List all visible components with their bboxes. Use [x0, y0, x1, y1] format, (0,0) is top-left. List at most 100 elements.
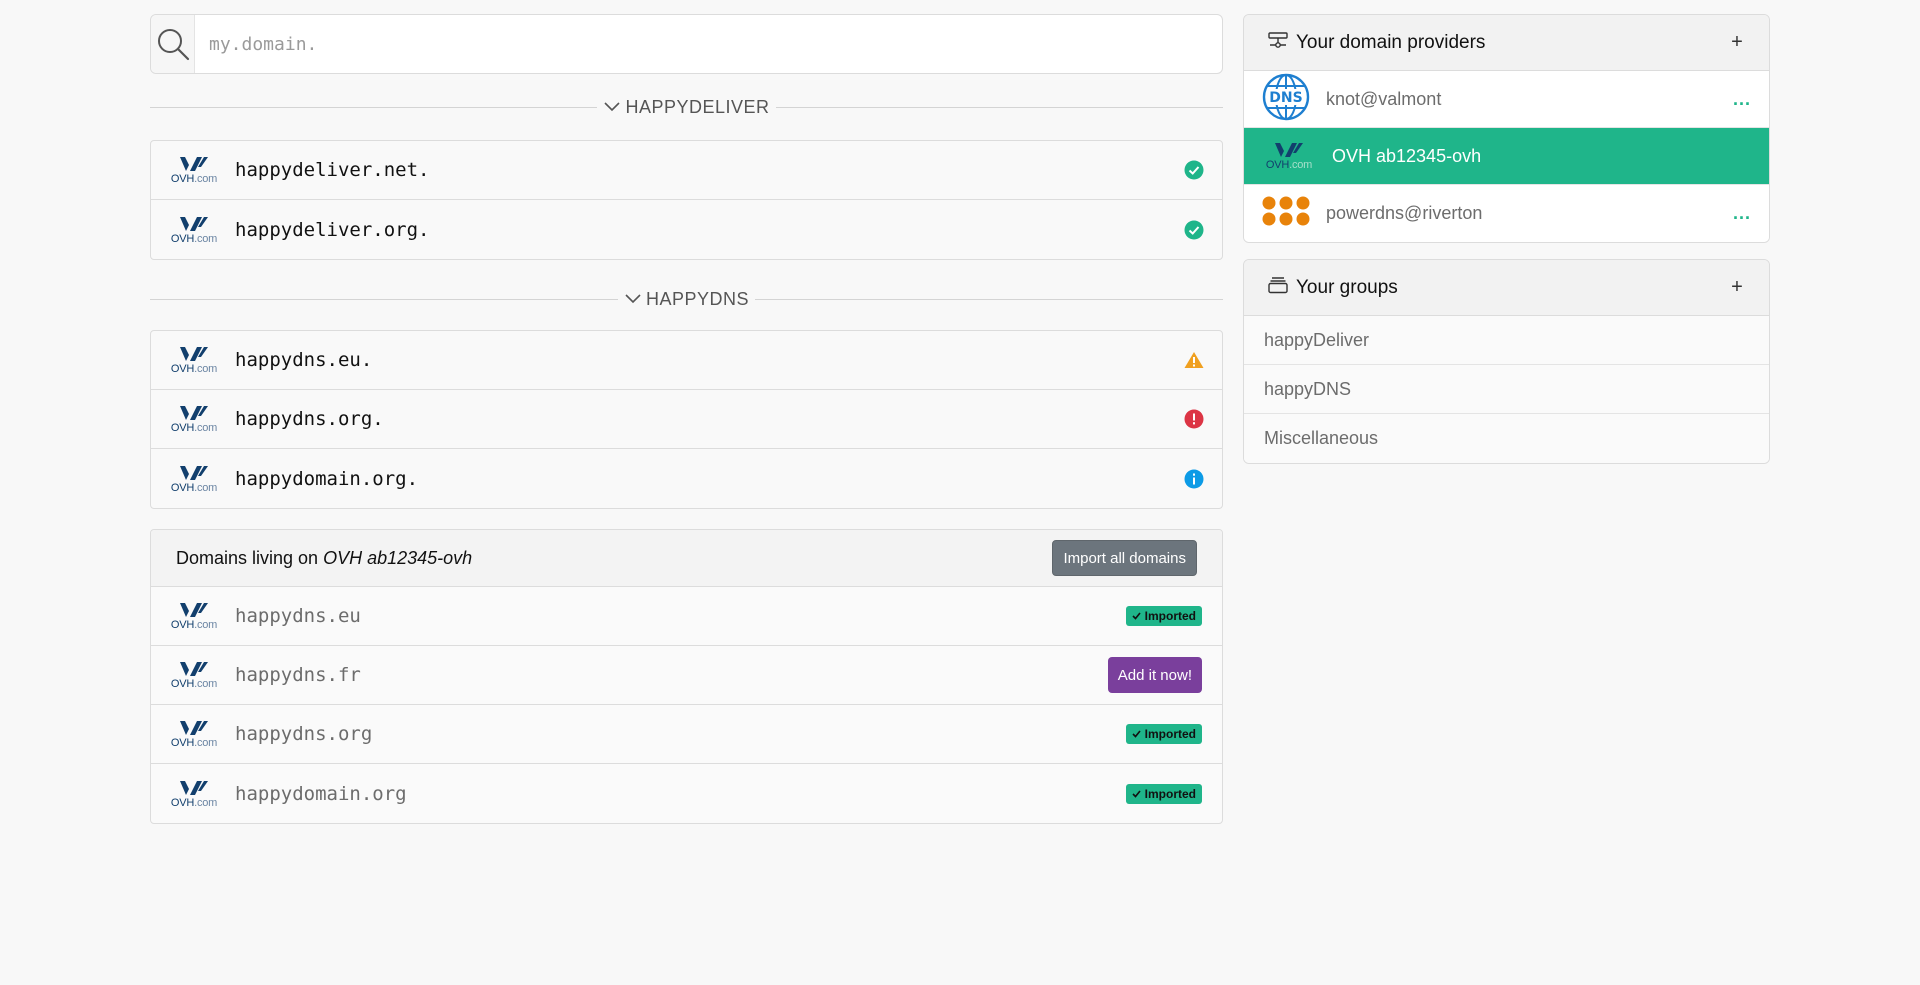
- imported-badge-label: Imported: [1144, 786, 1196, 801]
- group-label: HAPPYDELIVER: [625, 96, 770, 117]
- check-circle-icon: [1184, 220, 1204, 240]
- provider-name: powerdns@riverton: [1326, 203, 1483, 223]
- providers-icon: [1268, 31, 1288, 54]
- groups-card-header: Your groups +: [1244, 260, 1769, 316]
- imported-badge-label: Imported: [1144, 609, 1196, 623]
- ovh-logo-icon: OVH.com: [167, 655, 221, 695]
- ovh-logo-icon: OVH.com: [167, 150, 221, 190]
- check-icon: [1132, 789, 1141, 798]
- provider-domain-item: OVH.com happydns.fr Add it now!: [151, 646, 1222, 705]
- group-item[interactable]: happyDeliver: [1244, 316, 1769, 365]
- provider-name: knot@valmont: [1326, 88, 1442, 109]
- ovh-brand: OVH: [170, 232, 195, 245]
- domain-item[interactable]: OVH.com happydns.eu.: [151, 331, 1222, 390]
- provider-item-ovh[interactable]: OVH.com OVH ab12345-ovh: [1244, 128, 1769, 185]
- domain-item[interactable]: OVH.com happydomain.org.: [151, 449, 1222, 508]
- add-domain-button[interactable]: Add it now!: [1107, 657, 1202, 693]
- domain-item[interactable]: OVH.com happydns.org.: [151, 390, 1222, 449]
- ovh-logo-icon: OVH.com: [167, 459, 221, 499]
- check-icon: [1132, 612, 1141, 620]
- ovh-logo-icon: OVH.com: [167, 596, 221, 636]
- chevron-down-icon: [624, 289, 642, 310]
- ovh-brand: OVH: [170, 619, 195, 631]
- provider-domain-item: OVH.com happydomain.org Imported: [151, 764, 1222, 823]
- groups-card: Your groups + happyDeliver happyDNS Misc…: [1243, 259, 1770, 464]
- ovh-logo-icon: OVH.com: [1262, 136, 1316, 176]
- provider-domains-header: Domains living on OVH ab12345-ovh Import…: [151, 530, 1222, 587]
- groups-title: Your groups: [1296, 276, 1398, 298]
- ovh-suffix: .com: [194, 232, 218, 245]
- imported-badge: Imported: [1125, 606, 1202, 626]
- dns-logo-text: DNS: [1269, 90, 1302, 106]
- check-icon: [1132, 730, 1141, 738]
- domain-list-happydns: OVH.com happydns.eu. OVH.com happydns.or…: [150, 330, 1223, 509]
- ovh-brand: OVH: [170, 422, 195, 434]
- ovh-suffix: .com: [194, 678, 218, 690]
- ovh-brand: OVH: [170, 737, 195, 749]
- ovh-suffix: .com: [1289, 159, 1313, 171]
- imported-badge-label: Imported: [1144, 727, 1196, 741]
- provider-domain-item: OVH.com happydns.org Imported: [151, 705, 1222, 764]
- domain-name: happydomain.org.: [235, 467, 419, 490]
- group-header-happydeliver[interactable]: HAPPYDELIVER: [150, 84, 1223, 130]
- domain-name: happydeliver.net.: [235, 159, 430, 181]
- ovh-brand: OVH: [170, 796, 195, 809]
- ovh-suffix: .com: [194, 481, 218, 494]
- ovh-suffix: .com: [194, 363, 218, 375]
- ovh-logo-icon: OVH.com: [167, 210, 221, 250]
- domain-item[interactable]: OVH.com happydeliver.org.: [151, 200, 1222, 259]
- domain-name: happydns.eu.: [235, 349, 373, 371]
- ovh-suffix: .com: [194, 619, 218, 631]
- provider-menu-button[interactable]: ...: [1733, 89, 1751, 110]
- ovh-logo-icon: OVH.com: [167, 774, 221, 814]
- provider-domains-title-prefix: Domains living on: [176, 547, 319, 568]
- provider-item-knot[interactable]: DNS knot@valmont ...: [1244, 71, 1769, 128]
- add-provider-button[interactable]: +: [1725, 31, 1749, 54]
- imported-badge: Imported: [1125, 783, 1202, 804]
- group-item[interactable]: happyDNS: [1244, 365, 1769, 414]
- ovh-suffix: .com: [194, 796, 218, 809]
- search-icon[interactable]: [151, 15, 195, 73]
- providers-card-header: Your domain providers +: [1244, 15, 1769, 71]
- provider-domains-panel: Domains living on OVH ab12345-ovh Import…: [150, 529, 1223, 824]
- group-item[interactable]: Miscellaneous: [1244, 414, 1769, 463]
- ovh-logo-icon: OVH.com: [167, 340, 221, 380]
- check-circle-icon: [1184, 160, 1204, 180]
- chevron-down-icon: [603, 97, 621, 118]
- ovh-suffix: .com: [194, 737, 218, 749]
- provider-domain-item: OVH.com happydns.eu Imported: [151, 587, 1222, 646]
- warning-triangle-icon: [1184, 350, 1204, 370]
- import-all-domains-button[interactable]: Import all domains: [1052, 540, 1197, 576]
- provider-menu-button[interactable]: ...: [1733, 203, 1751, 224]
- imported-badge: Imported: [1125, 724, 1202, 744]
- ovh-brand: OVH: [1265, 159, 1290, 171]
- domain-item[interactable]: OVH.com happydeliver.net.: [151, 141, 1222, 200]
- dns-globe-icon: DNS: [1262, 73, 1310, 126]
- provider-domain-name: happydns.org: [235, 723, 373, 745]
- main-column: HAPPYDELIVER OVH.com happydeliver.net. O…: [150, 14, 1223, 824]
- domain-list-happydeliver: OVH.com happydeliver.net. OVH.com happyd…: [150, 140, 1223, 260]
- search-input[interactable]: [195, 16, 1222, 72]
- domain-name: happydeliver.org.: [235, 218, 430, 241]
- provider-domain-name: happydns.eu: [235, 605, 361, 627]
- providers-card: Your domain providers + DNS knot@valmont…: [1243, 14, 1770, 243]
- ovh-brand: OVH: [170, 363, 195, 375]
- folder-stack-icon: [1268, 276, 1288, 299]
- provider-name: OVH ab12345-ovh: [1332, 145, 1482, 166]
- add-group-button[interactable]: +: [1725, 276, 1749, 299]
- providers-title: Your domain providers: [1296, 31, 1486, 53]
- ovh-logo-icon: OVH.com: [167, 714, 221, 754]
- ovh-suffix: .com: [194, 173, 218, 185]
- provider-item-powerdns[interactable]: powerdns@riverton ...: [1244, 185, 1769, 242]
- powerdns-logo-icon: [1262, 195, 1310, 232]
- provider-domain-name: happydomain.org: [235, 782, 407, 805]
- ovh-logo-icon: OVH.com: [167, 399, 221, 439]
- provider-domains-title: Domains living on OVH ab12345-ovh: [176, 548, 1052, 569]
- provider-domain-name: happydns.fr: [235, 664, 361, 686]
- group-label: HAPPYDNS: [645, 288, 750, 309]
- ovh-brand: OVH: [170, 678, 195, 690]
- group-header-happydns[interactable]: HAPPYDNS: [150, 276, 1223, 322]
- error-circle-icon: [1184, 409, 1204, 429]
- info-circle-icon: [1184, 469, 1204, 489]
- ovh-brand: OVH: [170, 481, 195, 494]
